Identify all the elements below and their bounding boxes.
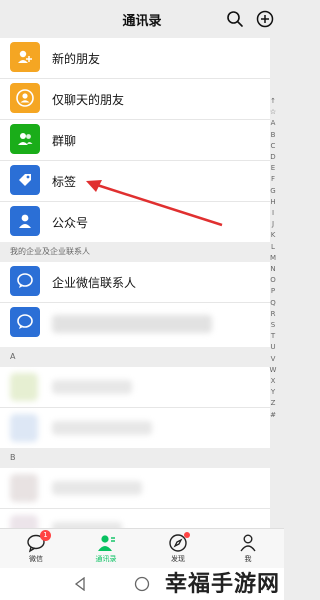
blurred-name	[52, 481, 142, 495]
search-icon[interactable]	[226, 10, 244, 28]
top-header: 通讯录	[0, 0, 284, 38]
section-header-a: A	[0, 347, 270, 367]
avatar	[10, 474, 38, 502]
alphabet-letter[interactable]: H	[266, 197, 280, 208]
alphabet-letter[interactable]: S	[266, 320, 280, 331]
watermark-text: 幸福手游网	[164, 572, 280, 597]
enterprise-section-header: 我的企业及企业联系人	[0, 242, 270, 262]
row-label: 群聊	[52, 134, 77, 148]
alphabet-letter[interactable]: G	[266, 186, 280, 197]
alphabet-letter[interactable]: D	[266, 152, 280, 163]
enterprise-item-row[interactable]	[0, 303, 270, 347]
alphabet-letter[interactable]: E	[266, 163, 280, 174]
row-label: 公众号	[52, 216, 89, 230]
alphabet-letter[interactable]: W	[266, 365, 280, 376]
alphabet-index[interactable]: ↑ ☆ A B C D E F G H I J K L M N O P Q R S T U V W X Y Z #	[266, 96, 280, 421]
alphabet-letter[interactable]: F	[266, 174, 280, 185]
alphabet-letter[interactable]: Z	[266, 398, 280, 409]
home-icon[interactable]	[134, 576, 150, 592]
add-icon[interactable]	[256, 10, 274, 28]
alphabet-letter[interactable]: U	[266, 342, 280, 353]
alphabet-letter[interactable]: T	[266, 331, 280, 342]
alphabet-letter[interactable]: N	[266, 264, 280, 275]
contact-row[interactable]	[0, 468, 270, 509]
contacts-icon	[98, 535, 115, 551]
row-label: 仅聊天的朋友	[52, 93, 125, 107]
alphabet-letter[interactable]: B	[266, 130, 280, 141]
back-icon[interactable]	[74, 577, 86, 591]
alphabet-letter[interactable]: ☆	[266, 107, 280, 118]
alphabet-letter[interactable]: M	[266, 253, 280, 264]
enterprise-wechat-icon	[10, 266, 40, 296]
tag-icon	[10, 165, 40, 195]
alphabet-letter[interactable]: ↑	[266, 96, 280, 107]
notification-dot	[184, 532, 190, 538]
alphabet-letter[interactable]: C	[266, 141, 280, 152]
alphabet-letter[interactable]: Q	[266, 298, 280, 309]
enterprise-chat-icon	[10, 307, 40, 337]
new-friends-row[interactable]: 新的朋友	[0, 38, 270, 79]
alphabet-letter[interactable]: A	[266, 118, 280, 129]
official-accounts-row[interactable]: 公众号	[0, 202, 270, 242]
chat-only-friend-icon	[10, 83, 40, 113]
tab-label: 微信	[29, 555, 43, 563]
row-label: 新的朋友	[52, 52, 101, 66]
unread-badge: 1	[40, 530, 51, 541]
tags-row[interactable]: 标签	[0, 161, 270, 202]
tab-label: 通讯录	[95, 555, 117, 563]
section-header-b: B	[0, 448, 270, 468]
alphabet-letter[interactable]: I	[266, 208, 280, 219]
chat-only-friends-row[interactable]: 仅聊天的朋友	[0, 79, 270, 120]
blurred-name	[52, 421, 152, 435]
official-account-icon	[10, 206, 40, 236]
alphabet-letter[interactable]: R	[266, 309, 280, 320]
new-friend-icon	[10, 42, 40, 72]
alphabet-letter[interactable]: P	[266, 286, 280, 297]
tab-chats[interactable]: 1 微信	[6, 530, 66, 564]
contact-list: 新的朋友 仅聊天的朋友 群聊 标签 公众号 我的企业及企业联系人 企业微信联系人…	[0, 38, 270, 549]
tab-me[interactable]: 我	[218, 533, 278, 564]
blurred-name	[52, 380, 132, 394]
alphabet-letter[interactable]: O	[266, 275, 280, 286]
group-chat-icon	[10, 124, 40, 154]
tab-label: 发现	[171, 555, 185, 563]
alphabet-letter[interactable]: V	[266, 354, 280, 365]
contact-row[interactable]	[0, 408, 270, 448]
tab-discover[interactable]: 发现	[148, 532, 208, 564]
row-label: 标签	[52, 175, 77, 189]
alphabet-letter[interactable]: K	[266, 230, 280, 241]
alphabet-letter[interactable]: Y	[266, 387, 280, 398]
group-chat-row[interactable]: 群聊	[0, 120, 270, 161]
enterprise-contacts-row[interactable]: 企业微信联系人	[0, 262, 270, 303]
tab-contacts[interactable]: 通讯录	[76, 533, 136, 564]
person-icon	[240, 534, 256, 552]
alphabet-letter[interactable]: X	[266, 376, 280, 387]
avatar	[10, 414, 38, 442]
alphabet-letter[interactable]: L	[266, 242, 280, 253]
contact-row[interactable]	[0, 367, 270, 408]
row-label: 企业微信联系人	[52, 276, 137, 290]
alphabet-letter[interactable]: #	[266, 410, 280, 421]
bottom-tab-bar: 1 微信 通讯录 发现 我	[0, 528, 284, 569]
blurred-name	[52, 315, 212, 333]
avatar	[10, 373, 38, 401]
alphabet-letter[interactable]: J	[266, 219, 280, 230]
tab-label: 我	[244, 555, 252, 563]
